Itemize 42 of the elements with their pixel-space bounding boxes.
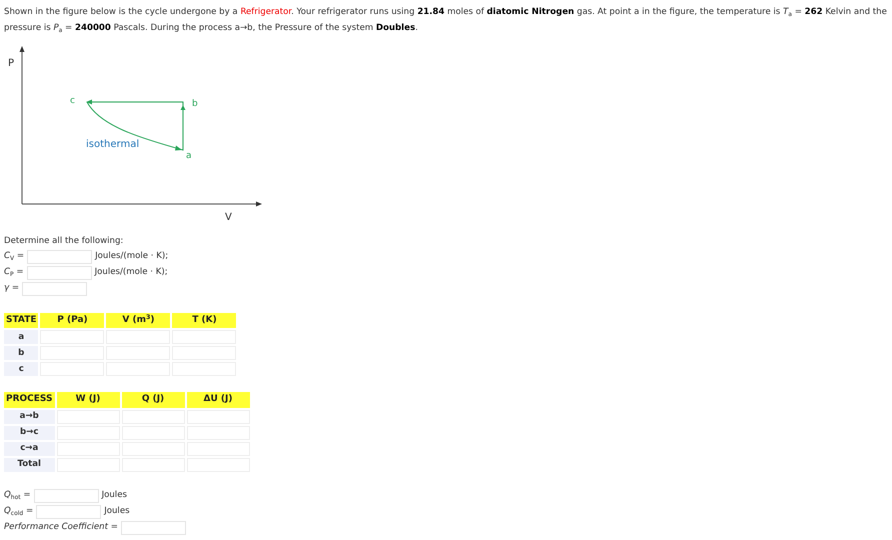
point-label: a — [186, 151, 192, 161]
field-label: Q$_{hot}$ = — [4, 489, 31, 502]
field-label: C$_{P}$ = — [4, 266, 24, 280]
unit-label: Joules/(mole · K); — [95, 250, 168, 264]
input-field[interactable] — [26, 266, 92, 280]
row-label: c — [4, 362, 38, 376]
row-label: a — [4, 330, 38, 344]
input-field[interactable] — [122, 410, 184, 424]
column-header: STATE — [4, 312, 38, 328]
row-label: c→a — [4, 442, 54, 456]
input-field[interactable] — [186, 410, 250, 424]
input-field[interactable] — [36, 504, 102, 519]
field-label: Q$_{cold}$ = — [4, 505, 34, 518]
input-field[interactable] — [56, 410, 120, 424]
point-label: c — [70, 96, 75, 106]
problem-statement: Shown in the figure below is the cycle undergone by a Refrigerator. Your refrigerator runs using 21.84 moles of diatomic Nitrogen gas. At point a in the figure, the temperature is T$_{a}$ = 262 Kelvin and the pressure is P$_{a}$ = 240000 Pascals. During the process a→b, the Pressure of the system Doubles. — [4, 6, 888, 36]
row-label: b — [4, 346, 38, 360]
axis-label: V — [225, 212, 232, 223]
input-field[interactable] — [27, 250, 92, 264]
input-field[interactable] — [34, 488, 99, 503]
column-header: T (K) — [172, 312, 236, 328]
input-field[interactable] — [22, 282, 88, 296]
row-label: a→b — [4, 410, 54, 424]
column-header: PROCESS — [4, 392, 54, 408]
row-label: b→c — [4, 426, 54, 440]
column-header: W (J) — [56, 392, 120, 408]
field-label: C$_{V}$ = — [4, 250, 24, 264]
column-header: V (m$^{3}$) — [106, 312, 170, 328]
input-field[interactable] — [120, 520, 186, 535]
row-label: Total — [4, 458, 54, 472]
field-label: Performance Coefficient = — [4, 521, 118, 534]
point-label: b — [192, 99, 198, 109]
column-header: Q (J) — [122, 392, 184, 408]
unit-label: Joules — [102, 489, 127, 502]
axis-label: P — [8, 58, 14, 69]
column-header: P (Pa) — [40, 312, 104, 328]
column-header: ΔU (J) — [186, 392, 250, 408]
field-label: γ = — [4, 282, 20, 296]
unit-label: Joules — [104, 505, 130, 518]
unit-label: Joules/(mole · K); — [94, 266, 168, 280]
curve-label: isothermal — [86, 139, 140, 150]
instruction-text: Determine all the following: — [4, 235, 124, 248]
